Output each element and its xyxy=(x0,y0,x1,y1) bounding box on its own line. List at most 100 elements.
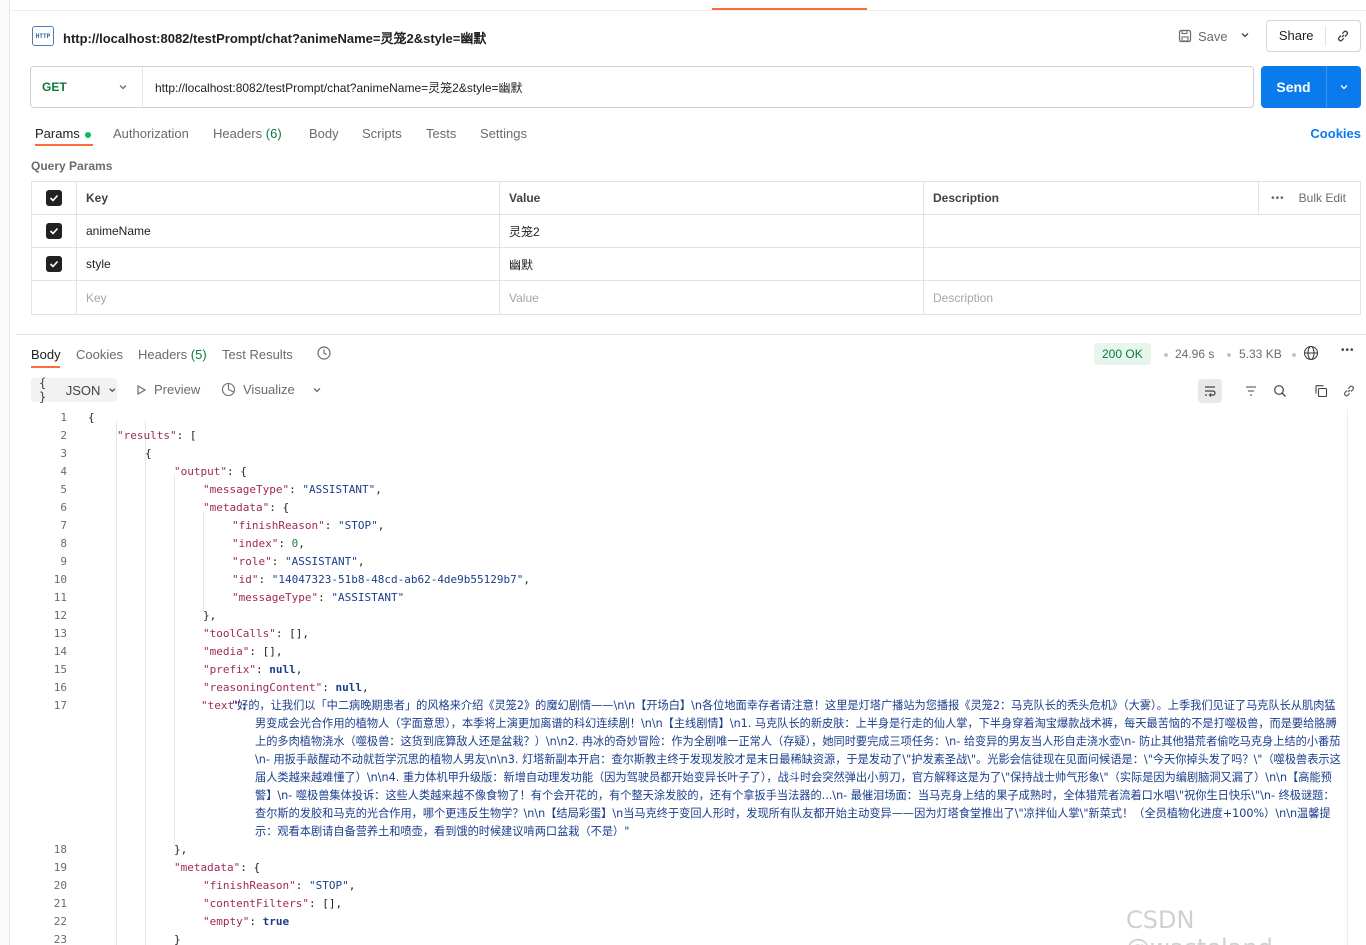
url-input[interactable]: http://localhost:8082/testPrompt/chat?an… xyxy=(143,79,523,96)
code-text: "messageType": "ASSISTANT", xyxy=(203,483,382,496)
history-icon[interactable] xyxy=(316,345,332,364)
code-scrollbar[interactable] xyxy=(1347,409,1360,945)
json-key: "messageType" xyxy=(203,483,290,496)
line-number: 11 xyxy=(53,591,67,604)
copy-link-icon[interactable] xyxy=(1326,29,1360,43)
code-line: 11 "messageType": "ASSISTANT" xyxy=(31,589,1346,607)
json-punct: : [ xyxy=(176,429,197,442)
param-key[interactable]: style xyxy=(77,248,500,280)
response-size[interactable]: 5.33 KB xyxy=(1239,347,1282,361)
tab-tests[interactable]: Tests xyxy=(426,126,456,141)
request-title[interactable]: http://localhost:8082/testPrompt/chat?an… xyxy=(63,28,486,47)
code-line: 6 "metadata": { xyxy=(31,499,1346,517)
code-text: }, xyxy=(174,843,188,856)
more-options-icon[interactable]: ••• xyxy=(1341,345,1355,356)
json-key: "metadata" xyxy=(203,501,270,514)
send-button-group: Send xyxy=(1261,66,1361,108)
search-icon[interactable] xyxy=(1268,379,1292,403)
code-line: 2 "results": [ xyxy=(31,427,1346,445)
param-checkbox[interactable] xyxy=(32,215,77,247)
send-button[interactable]: Send xyxy=(1261,66,1327,108)
response-code-viewer[interactable]: 1{ 2 "results": [ 3{ 4 "output": { 5 "messa… xyxy=(31,409,1346,945)
more-icon[interactable]: ••• xyxy=(1271,193,1285,204)
wrap-lines-icon[interactable] xyxy=(1198,379,1222,403)
json-string: "ASSISTANT" xyxy=(331,591,405,604)
param-value[interactable]: 灵笼2 xyxy=(500,215,924,247)
code-text: }, xyxy=(203,609,217,622)
param-description[interactable] xyxy=(924,248,1360,280)
cookies-link[interactable]: Cookies xyxy=(1310,126,1361,141)
param-description[interactable] xyxy=(924,215,1360,247)
save-options-chevron-icon[interactable] xyxy=(1238,28,1252,42)
param-value[interactable]: 幽默 xyxy=(500,248,924,280)
line-number: 18 xyxy=(53,843,67,856)
code-text: "text": xyxy=(201,699,248,712)
code-line: 7 "finishReason": "STOP", xyxy=(31,517,1346,535)
select-all-checkbox[interactable] xyxy=(32,182,77,214)
share-button[interactable]: Share xyxy=(1267,26,1327,46)
headers-count: (6) xyxy=(265,126,282,141)
line-number: 14 xyxy=(53,645,67,658)
line-number: 10 xyxy=(53,573,67,586)
param-key[interactable]: animeName xyxy=(77,215,500,247)
copy-icon[interactable] xyxy=(1309,379,1333,403)
new-value-input[interactable]: Value xyxy=(500,281,924,314)
status-badge[interactable]: 200 OK xyxy=(1094,343,1151,365)
globe-icon[interactable] xyxy=(1303,345,1319,364)
checkbox-checked-icon xyxy=(46,256,62,272)
code-text: "finishReason": "STOP", xyxy=(203,879,356,892)
url-bar: GET http://localhost:8082/testPrompt/cha… xyxy=(30,66,1254,108)
tab-active-underline xyxy=(35,144,93,146)
method-select[interactable]: GET xyxy=(31,67,143,107)
line-number: 8 xyxy=(60,537,67,550)
resp-tab-cookies[interactable]: Cookies xyxy=(76,347,123,362)
code-line: 1{ xyxy=(31,409,1346,427)
empty-checkbox-cell xyxy=(32,281,77,314)
code-text: "index": 0, xyxy=(232,537,305,550)
format-select[interactable]: { } JSON xyxy=(31,376,117,404)
http-icon: HTTP xyxy=(32,26,54,46)
json-key: "output" xyxy=(174,465,227,478)
save-label: Save xyxy=(1198,28,1228,44)
bulk-edit-button[interactable]: ••• Bulk Edit xyxy=(1258,182,1360,214)
visualize-button[interactable]: Visualize xyxy=(221,382,322,397)
send-options-chevron-icon[interactable] xyxy=(1327,82,1361,92)
json-boolean: true xyxy=(262,915,290,928)
json-string: "14047323-51b8-48cd-ab62-4de9b55129b7" xyxy=(271,573,524,586)
code-text: "metadata": { xyxy=(203,499,289,517)
code-line: 4 "output": { xyxy=(31,463,1346,481)
chevron-down-icon[interactable] xyxy=(312,385,322,395)
new-description-input[interactable]: Description xyxy=(924,281,1360,314)
code-line: 19 "metadata": { xyxy=(31,859,1346,877)
play-icon xyxy=(137,384,147,395)
line-number: 20 xyxy=(53,879,67,892)
top-divider xyxy=(10,10,1366,11)
json-null: null xyxy=(335,681,362,694)
response-time[interactable]: 24.96 s xyxy=(1175,347,1214,361)
tab-body[interactable]: Body xyxy=(309,126,339,141)
code-line: 8 "index": 0, xyxy=(31,535,1346,553)
json-number: 0 xyxy=(291,537,299,550)
line-number: 2 xyxy=(60,429,67,442)
resp-tab-headers[interactable]: Headers (5) xyxy=(138,347,207,362)
tab-headers[interactable]: Headers (6) xyxy=(213,126,282,141)
new-key-input[interactable]: Key xyxy=(77,281,500,314)
tab-params[interactable]: Params xyxy=(35,126,91,141)
resp-tab-body[interactable]: Body xyxy=(31,347,61,362)
filter-icon[interactable] xyxy=(1239,379,1263,403)
link-icon[interactable] xyxy=(1337,379,1361,403)
json-key: "reasoningContent" xyxy=(203,681,323,694)
json-punct: : [], xyxy=(308,897,343,910)
tab-authorization[interactable]: Authorization xyxy=(113,126,189,141)
resp-tab-test-results[interactable]: Test Results xyxy=(222,347,293,362)
param-checkbox[interactable] xyxy=(32,248,77,280)
watermark: CSDN @wasteland~ xyxy=(1126,906,1293,945)
tab-settings[interactable]: Settings xyxy=(480,126,527,141)
column-description: Description ••• Bulk Edit xyxy=(924,182,1360,214)
pane-divider[interactable] xyxy=(16,334,1366,335)
param-row: style 幽默 xyxy=(32,248,1360,281)
code-line: 10 "id": "14047323-51b8-48cd-ab62-4de9b55… xyxy=(31,571,1346,589)
json-string: "STOP" xyxy=(308,879,349,892)
tab-scripts[interactable]: Scripts xyxy=(362,126,402,141)
preview-button[interactable]: Preview xyxy=(135,382,200,397)
